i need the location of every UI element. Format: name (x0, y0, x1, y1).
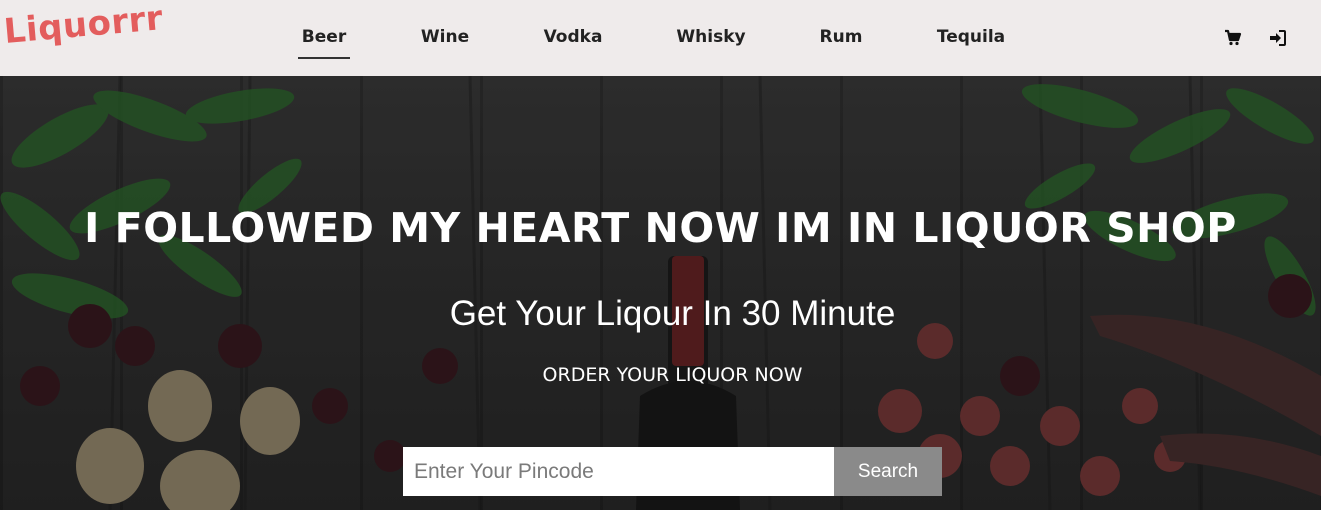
nav-item-beer[interactable]: Beer (302, 27, 346, 51)
pincode-input[interactable] (403, 447, 834, 496)
nav-item-vodka[interactable]: Vodka (544, 27, 603, 51)
hero-subtitle: Get Your Liqour In 30 Minute (449, 294, 896, 333)
hero-banner: I FOLLOWED MY HEART NOW IM IN LIQUOR SHO… (0, 76, 1321, 510)
search-button[interactable]: Search (834, 447, 942, 496)
hero-title: I FOLLOWED MY HEART NOW IM IN LIQUOR SHO… (84, 204, 1237, 252)
hero-overlay (0, 76, 1321, 510)
hero-cta-text: ORDER YOUR LIQUOR NOW (542, 364, 803, 386)
nav-active-underline (298, 57, 350, 59)
nav-item-rum[interactable]: Rum (820, 27, 863, 51)
nav-item-wine[interactable]: Wine (421, 27, 469, 51)
cart-icon[interactable] (1224, 29, 1242, 47)
sign-in-icon[interactable] (1269, 29, 1287, 47)
brand-logo[interactable]: Liquorrr (2, 0, 164, 52)
nav-item-tequila[interactable]: Tequila (937, 27, 1005, 51)
navbar: Liquorrr Beer Wine Vodka Whisky Rum Tequ… (0, 0, 1321, 76)
nav-item-whisky[interactable]: Whisky (676, 27, 745, 51)
